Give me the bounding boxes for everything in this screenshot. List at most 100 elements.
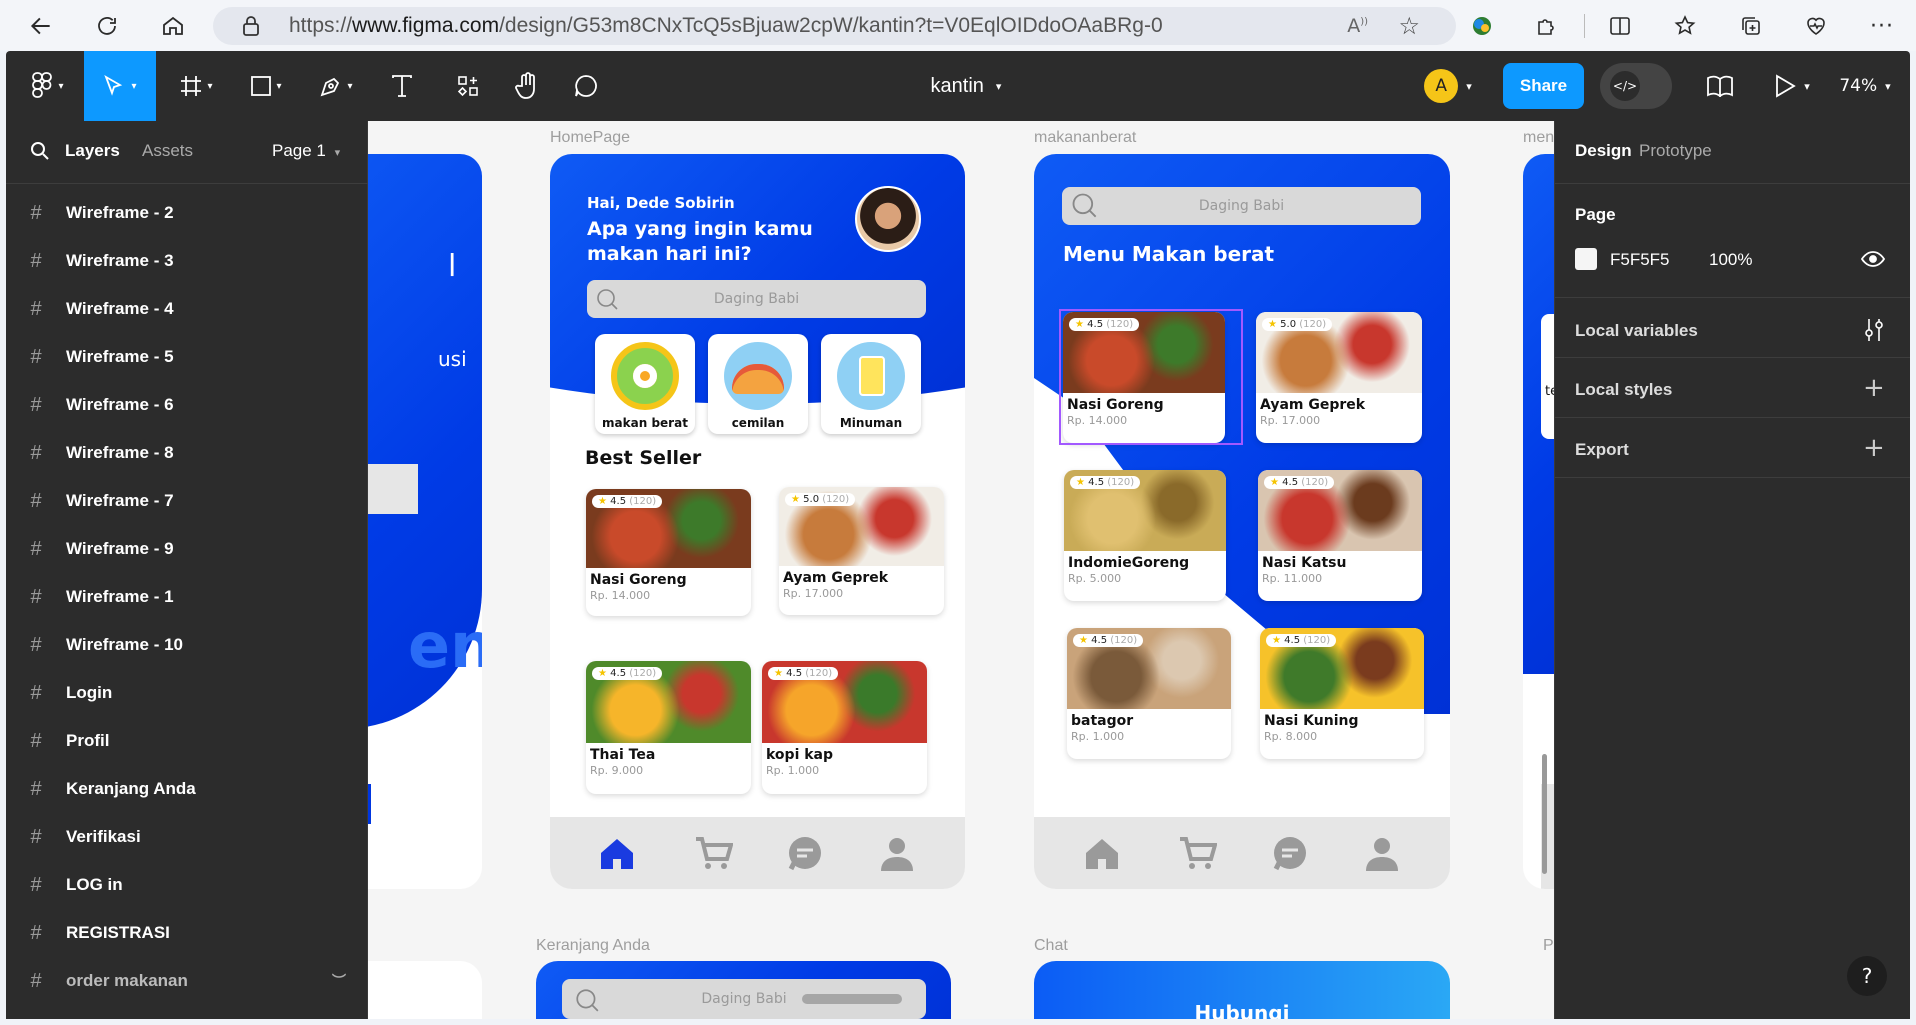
library-icon[interactable] [1696, 51, 1744, 121]
food-card[interactable]: ★ 5.0 (120) Ayam Geprek Rp. 17.000 [1256, 312, 1422, 443]
read-aloud-icon[interactable]: A)) [1347, 15, 1368, 37]
layer-item[interactable]: # Wireframe - 6 [6, 381, 368, 429]
food-card[interactable]: ★ 4.5 (120) Nasi Kuning Rp. 8.000 [1260, 628, 1424, 759]
hidden-eye-icon[interactable]: ︶ [332, 971, 346, 991]
layer-item[interactable]: # Wireframe - 7 [6, 477, 368, 525]
layer-item[interactable]: # Login [6, 669, 368, 717]
page-opacity-value[interactable]: 100% [1709, 250, 1752, 270]
avatar[interactable] [855, 186, 921, 252]
layer-item[interactable]: # order makanan ︶ [6, 957, 368, 1005]
layer-item[interactable]: # Wireframe - 3 [6, 237, 368, 285]
layer-item[interactable]: # Wireframe - 5 [6, 333, 368, 381]
nav-home-icon[interactable] [597, 833, 637, 873]
nav-profile-icon[interactable] [1362, 833, 1402, 873]
lock-icon[interactable] [241, 15, 261, 41]
collections-icon[interactable] [1734, 9, 1768, 43]
food-card[interactable]: ★ 4.5 (120) kopi kap Rp. 1.000 [762, 661, 927, 794]
nav-home-icon[interactable] [1082, 833, 1122, 873]
canvas[interactable]: l usi en HomePage Hai, Dede Sobirin Apa … [368, 121, 1554, 1019]
layer-item[interactable]: # Wireframe - 4 [6, 285, 368, 333]
nav-profile-icon[interactable] [877, 833, 917, 873]
comment-tool-icon[interactable] [564, 51, 608, 121]
search-input[interactable]: Daging Babi [587, 280, 926, 318]
favorites-icon[interactable] [1668, 9, 1702, 43]
frame-chat[interactable]: Hubungi [1034, 961, 1450, 1019]
layer-item[interactable]: # LOG in [6, 861, 368, 909]
frame-homepage[interactable]: Hai, Dede Sobirin Apa yang ingin kamu ma… [550, 154, 965, 889]
refresh-icon[interactable] [90, 9, 124, 43]
layer-item[interactable]: # Verifikasi [6, 813, 368, 861]
puzzle-icon[interactable] [1530, 9, 1564, 43]
home-icon[interactable] [156, 9, 190, 43]
move-tool-button[interactable]: ▾ [84, 51, 156, 121]
food-card[interactable]: ★ 4.5 (120) batagor Rp. 1.000 [1067, 628, 1231, 759]
frame-tool-icon[interactable]: ▾ [168, 51, 224, 121]
search-icon[interactable] [30, 141, 50, 165]
help-button[interactable]: ? [1847, 956, 1887, 996]
export-label[interactable]: Export [1575, 440, 1629, 460]
food-card[interactable]: ★ 4.5 (120) IndomieGoreng Rp. 5.000 [1064, 470, 1226, 601]
favorite-star-icon[interactable]: ☆ [1398, 12, 1420, 40]
page-color-value[interactable]: F5F5F5 [1610, 250, 1670, 270]
food-card[interactable]: ★ 4.5 (120) Thai Tea Rp. 9.000 [586, 661, 751, 794]
nav-chat-icon[interactable] [1270, 833, 1310, 873]
category-cemilan[interactable]: cemilan [708, 334, 808, 434]
layer-item[interactable]: # REGISTRASI [6, 909, 368, 957]
page-selector[interactable]: Page 1 ▾ [272, 141, 340, 161]
category-makan-berat[interactable]: makan berat [595, 334, 695, 434]
frame-partial-bottom-left[interactable] [368, 961, 482, 1019]
layer-item[interactable]: # Profil [6, 717, 368, 765]
more-icon[interactable]: ··· [1865, 9, 1899, 43]
food-card[interactable]: ★ 5.0 (120) Ayam Geprek Rp. 17.000 [779, 487, 944, 615]
components-tool-icon[interactable] [446, 51, 490, 121]
local-styles-label[interactable]: Local styles [1575, 380, 1672, 400]
frame-partial-right[interactable]: te [1523, 154, 1554, 889]
hand-tool-icon[interactable] [506, 51, 550, 121]
text-tool-icon[interactable] [380, 51, 424, 121]
file-name-dropdown[interactable]: kantin ▾ [906, 51, 1026, 121]
tab-prototype[interactable]: Prototype [1639, 141, 1712, 161]
nav-chat-icon[interactable] [785, 833, 825, 873]
address-bar[interactable]: https://www.figma.com/design/G53m8CNxTcQ… [213, 7, 1456, 45]
zoom-dropdown[interactable]: 74% ▾ [1832, 51, 1898, 121]
tab-assets[interactable]: Assets [142, 141, 193, 161]
add-style-icon[interactable]: + [1863, 373, 1885, 403]
share-button[interactable]: Share [1503, 63, 1584, 109]
local-variables-label[interactable]: Local variables [1575, 321, 1698, 341]
extension-icon[interactable] [1465, 9, 1499, 43]
present-button[interactable]: ▾ [1762, 51, 1822, 121]
health-icon[interactable] [1799, 9, 1833, 43]
back-icon[interactable] [24, 9, 58, 43]
tab-layers[interactable]: Layers [65, 141, 120, 161]
layer-item[interactable]: # Wireframe - 1 [6, 573, 368, 621]
frame-makananberat[interactable]: Daging Babi Menu Makan berat ★ 4.5 (120)… [1034, 154, 1450, 889]
dev-mode-toggle[interactable]: </> [1600, 63, 1672, 109]
rating-badge: ★ 4.5 (120) [768, 667, 839, 680]
scrollbar[interactable] [1542, 754, 1547, 874]
split-screen-icon[interactable] [1603, 9, 1637, 43]
chat-title: Hubungi [1194, 1001, 1290, 1019]
layer-item[interactable]: # Wireframe - 9 [6, 525, 368, 573]
variables-icon[interactable] [1863, 317, 1885, 347]
eye-icon[interactable] [1860, 249, 1886, 273]
color-swatch[interactable] [1575, 248, 1597, 270]
avatar-button[interactable]: A ▾ [1418, 51, 1478, 121]
nav-cart-icon[interactable] [1177, 833, 1217, 873]
nav-cart-icon[interactable] [693, 833, 733, 873]
frame-keranjang[interactable]: Daging Babi [536, 961, 951, 1019]
layer-item[interactable]: # Wireframe - 8 [6, 429, 368, 477]
add-export-icon[interactable]: + [1863, 433, 1885, 463]
figma-menu-icon[interactable]: ▾ [20, 51, 76, 121]
category-minuman[interactable]: Minuman [821, 334, 921, 434]
rectangle-tool-icon[interactable]: ▾ [238, 51, 294, 121]
food-card[interactable]: ★ 4.5 (120) Nasi Goreng Rp. 14.000 [586, 489, 751, 616]
search-input[interactable]: Daging Babi [1062, 187, 1421, 225]
food-card[interactable]: ★ 4.5 (120) Nasi Katsu Rp. 11.000 [1258, 470, 1422, 601]
frame-partial-left[interactable]: l usi en [368, 154, 482, 889]
search-input[interactable]: Daging Babi [562, 979, 926, 1019]
layer-item[interactable]: # Wireframe - 2 [6, 189, 368, 237]
tab-design[interactable]: Design [1575, 141, 1632, 161]
layer-item[interactable]: # Keranjang Anda [6, 765, 368, 813]
layer-item[interactable]: # Wireframe - 10 [6, 621, 368, 669]
pen-tool-icon[interactable]: ▾ [308, 51, 364, 121]
